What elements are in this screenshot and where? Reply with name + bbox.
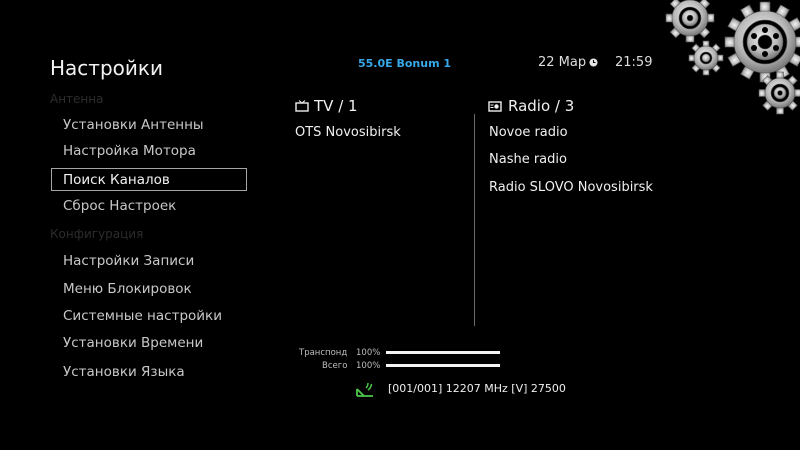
- page-title: Настройки: [50, 56, 163, 80]
- tv-icon: [295, 100, 309, 112]
- total-bar-track: [386, 364, 500, 367]
- total-percent: 100%: [356, 361, 381, 371]
- menu-item-system-settings[interactable]: Системные настройки: [63, 308, 222, 324]
- menu-item-parental-lock[interactable]: Меню Блокировок: [63, 281, 192, 297]
- tv-column-header: TV / 1: [314, 97, 358, 115]
- radio-channel-item[interactable]: Novoe radio: [489, 125, 568, 140]
- date-label: 22 Мар: [538, 55, 587, 70]
- clock-icon: [589, 58, 598, 67]
- menu-item-language-settings[interactable]: Установки Языка: [63, 364, 185, 380]
- total-label: Всего: [322, 361, 348, 371]
- menu-item-channel-search[interactable]: Поиск Каналов: [51, 168, 247, 191]
- radio-icon: [488, 101, 502, 112]
- column-divider: [474, 114, 475, 326]
- menu-item-recording-settings[interactable]: Настройки Записи: [63, 253, 194, 269]
- clock-time: 21:59: [615, 55, 653, 70]
- menu-item-motor-settings[interactable]: Настройка Мотора: [63, 143, 196, 159]
- radio-column-header: Radio / 3: [508, 97, 575, 115]
- menu-category-antenna: Антенна: [50, 92, 104, 106]
- transponder-info: [001/001] 12207 MHz [V] 27500: [388, 382, 566, 395]
- tv-channel-item[interactable]: OTS Novosibirsk: [295, 125, 401, 140]
- transponder-label: Транспонд: [299, 348, 348, 358]
- satellite-dish-icon: [356, 382, 373, 397]
- radio-channel-item[interactable]: Radio SLOVO Novosibirsk: [489, 180, 653, 195]
- transponder-bar: [386, 351, 500, 354]
- menu-item-antenna-settings[interactable]: Установки Антенны: [63, 117, 204, 133]
- gears-decoration: [665, 0, 800, 115]
- menu-item-label: Поиск Каналов: [63, 172, 170, 188]
- transponder-bar-track: [386, 351, 500, 354]
- menu-item-factory-reset[interactable]: Сброс Настроек: [63, 198, 176, 214]
- satellite-name: 55.0E Bonum 1: [358, 57, 452, 70]
- total-bar: [386, 364, 500, 367]
- menu-category-configuration: Конфигурация: [50, 227, 144, 241]
- radio-channel-item[interactable]: Nashe radio: [489, 152, 567, 167]
- menu-item-time-settings[interactable]: Установки Времени: [63, 335, 203, 351]
- transponder-percent: 100%: [356, 348, 381, 358]
